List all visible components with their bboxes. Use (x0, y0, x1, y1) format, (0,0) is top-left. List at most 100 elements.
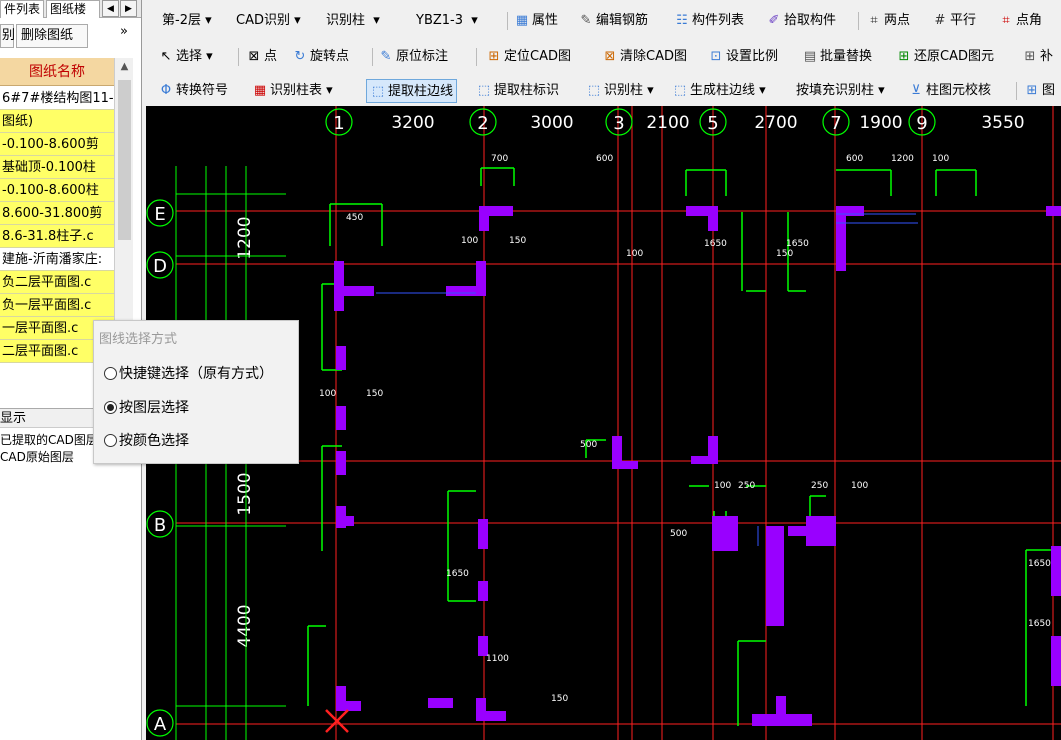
axis-label: B (154, 515, 166, 536)
locate-cad-button[interactable]: ⊞ 定位CAD图 (486, 45, 571, 69)
pick-component-button[interactable]: ✐ 拾取构件 (766, 9, 836, 33)
list-item[interactable]: 负二层平面图.c (0, 271, 114, 294)
restore-icon: ⊞ (898, 49, 910, 64)
line-select-mode-popup: 图线选择方式 快捷键选择（原有方式） 按图层选择 按颜色选择 (93, 320, 299, 464)
list-item[interactable]: 图纸) (0, 110, 114, 133)
scroll-thumb[interactable] (118, 80, 131, 240)
radio-icon (104, 367, 117, 380)
list-item[interactable]: 8.600-31.800剪 (0, 202, 114, 225)
small-dimension: 600 (846, 154, 863, 164)
edit-rebar-icon: ✎ (580, 13, 592, 28)
list-item[interactable]: -0.100-8.600柱 (0, 179, 114, 202)
popup-title: 图线选择方式 (99, 332, 178, 347)
delete-drawing-button[interactable]: 删除图纸 (16, 24, 88, 48)
option-shortcut-select[interactable]: 快捷键选择（原有方式） (104, 363, 273, 385)
list-item[interactable]: 基础顶-0.100柱 (0, 156, 114, 179)
radio-selected-icon (104, 401, 117, 414)
small-dimension: 1650 (446, 569, 469, 579)
small-dimension: 100 (851, 481, 868, 491)
rotate-icon: ↻ (294, 49, 306, 64)
point-button[interactable]: ⊠ 点 (246, 45, 277, 69)
more-chevron-icon[interactable]: » (120, 24, 128, 39)
recognize-column-table-button[interactable]: ▦ 识别柱表 ▾ (252, 79, 333, 103)
column-shape (788, 526, 818, 536)
span-dimension: 3000 (530, 113, 573, 133)
rotate-point-button[interactable]: ↻ 旋转点 (292, 45, 349, 69)
small-dimension: 150 (509, 236, 526, 246)
small-dimension: 1200 (891, 154, 914, 164)
parallel-button[interactable]: # 平行 (932, 9, 976, 33)
toolbar-row-1: 第-2层 ▾ CAD识别 ▾ 识别柱 ▾ YBZ1-3 ▾ ▦ 属性 ✎ 编辑钢筋 … (146, 6, 1061, 36)
set-scale-button[interactable]: ⊡ 设置比例 (708, 45, 778, 69)
clear-cad-button[interactable]: ⊠ 清除CAD图 (602, 45, 687, 69)
list-item[interactable]: 负一层平面图.c (0, 294, 114, 317)
convert-icon: Φ (160, 83, 172, 98)
column-shape (836, 211, 846, 271)
restore-cad-button[interactable]: ⊞ 还原CAD图元 (896, 45, 994, 69)
convert-symbol-button[interactable]: Φ 转换符号 (158, 79, 228, 103)
axis-label: D (153, 256, 167, 277)
two-points-icon: ⌗ (870, 13, 878, 28)
scroll-up-icon[interactable]: ▲ (115, 58, 134, 76)
generate-column-edge-button[interactable]: ⬚ 生成柱边线 ▾ (672, 79, 766, 103)
more-button-2[interactable]: ⊞ 补 (1022, 45, 1053, 69)
component-select[interactable]: YBZ1-3 ▾ (412, 10, 504, 32)
point-icon: ⊠ (248, 49, 260, 64)
two-points-button[interactable]: ⌗ 两点 (866, 9, 910, 33)
option-color-select[interactable]: 按颜色选择 (104, 430, 189, 452)
recognize-button[interactable]: 别 (0, 24, 15, 48)
parallel-icon: # (934, 13, 946, 28)
fill-recognize-column-button[interactable]: 按填充识别柱 ▾ (796, 79, 885, 103)
hint-original-layers: CAD原始图层 (0, 450, 74, 464)
recognize-column-select[interactable]: 识别柱 ▾ (322, 10, 406, 32)
batch-replace-button[interactable]: ▤ 批量替换 (802, 45, 872, 69)
axis-label: 1 (333, 113, 344, 134)
recognize-column-button[interactable]: ⬚ 识别柱 ▾ (586, 79, 654, 103)
small-dimension: 1650 (1028, 619, 1051, 629)
table-icon: ▦ (253, 83, 267, 98)
small-dimension: 100 (461, 236, 478, 246)
extract-column-mark-button[interactable]: ⬚ 提取柱标识 (476, 79, 559, 103)
tab-drawing-floor[interactable]: 图纸楼 (46, 0, 100, 18)
axis-label: 2 (477, 113, 488, 134)
small-dimension: 100 (626, 249, 643, 259)
span-dimension: 2100 (646, 113, 689, 133)
column-shape (336, 406, 346, 430)
tab-scroll-left-icon[interactable]: ◀ (102, 0, 119, 17)
select-button[interactable]: ↖ 选择 ▾ (158, 45, 213, 69)
span-dimension-vertical: 4400 (235, 604, 255, 647)
column-shape (476, 261, 486, 296)
tab-scroll-right-icon[interactable]: ▶ (120, 0, 137, 17)
extract-mark-icon: ⬚ (477, 83, 491, 98)
properties-button[interactable]: ▦ 属性 (514, 9, 558, 33)
axis-label: 9 (916, 113, 927, 134)
component-list-button[interactable]: ☷ 构件列表 (674, 9, 744, 33)
edit-rebar-button[interactable]: ✎ 编辑钢筋 (578, 9, 648, 33)
point-angle-button[interactable]: ⌗ 点角 (998, 9, 1042, 33)
column-shape (1046, 206, 1061, 216)
original-annotation-button[interactable]: ✎ 原位标注 (378, 45, 448, 69)
list-item[interactable]: 8.6-31.8柱子.c (0, 225, 114, 248)
column-check-button[interactable]: ⊻ 柱图元校核 (908, 79, 991, 103)
option-layer-select[interactable]: 按图层选择 (104, 397, 189, 419)
list-item[interactable]: -0.100-8.600剪 (0, 133, 114, 156)
column-shape (336, 701, 361, 711)
column-shape (428, 698, 453, 708)
floor-select[interactable]: 第-2层 ▾ (158, 10, 230, 32)
cursor-icon: ↖ (160, 49, 172, 64)
clear-icon: ⊠ (604, 49, 616, 64)
list-item[interactable]: 6#7#楼结构图11-1 (0, 87, 114, 110)
scale-icon: ⊡ (710, 49, 722, 64)
column-shape (476, 711, 506, 721)
axis-label: E (154, 204, 165, 225)
tab-component-list[interactable]: 件列表 (0, 0, 44, 18)
list-item[interactable]: 建施-沂南潘家庄: (0, 248, 114, 271)
replace-icon: ▤ (803, 49, 817, 64)
span-dimension-vertical: 1500 (235, 472, 255, 515)
cad-recognize-select[interactable]: CAD识别 ▾ (232, 10, 318, 32)
more-button-3[interactable]: ⊞ 图 (1024, 79, 1055, 103)
span-dimension: 3200 (391, 113, 434, 133)
extract-column-edge-button[interactable]: ⬚ 提取柱边线 (366, 79, 458, 103)
column-shape (336, 516, 354, 526)
small-dimension: 150 (551, 694, 568, 704)
